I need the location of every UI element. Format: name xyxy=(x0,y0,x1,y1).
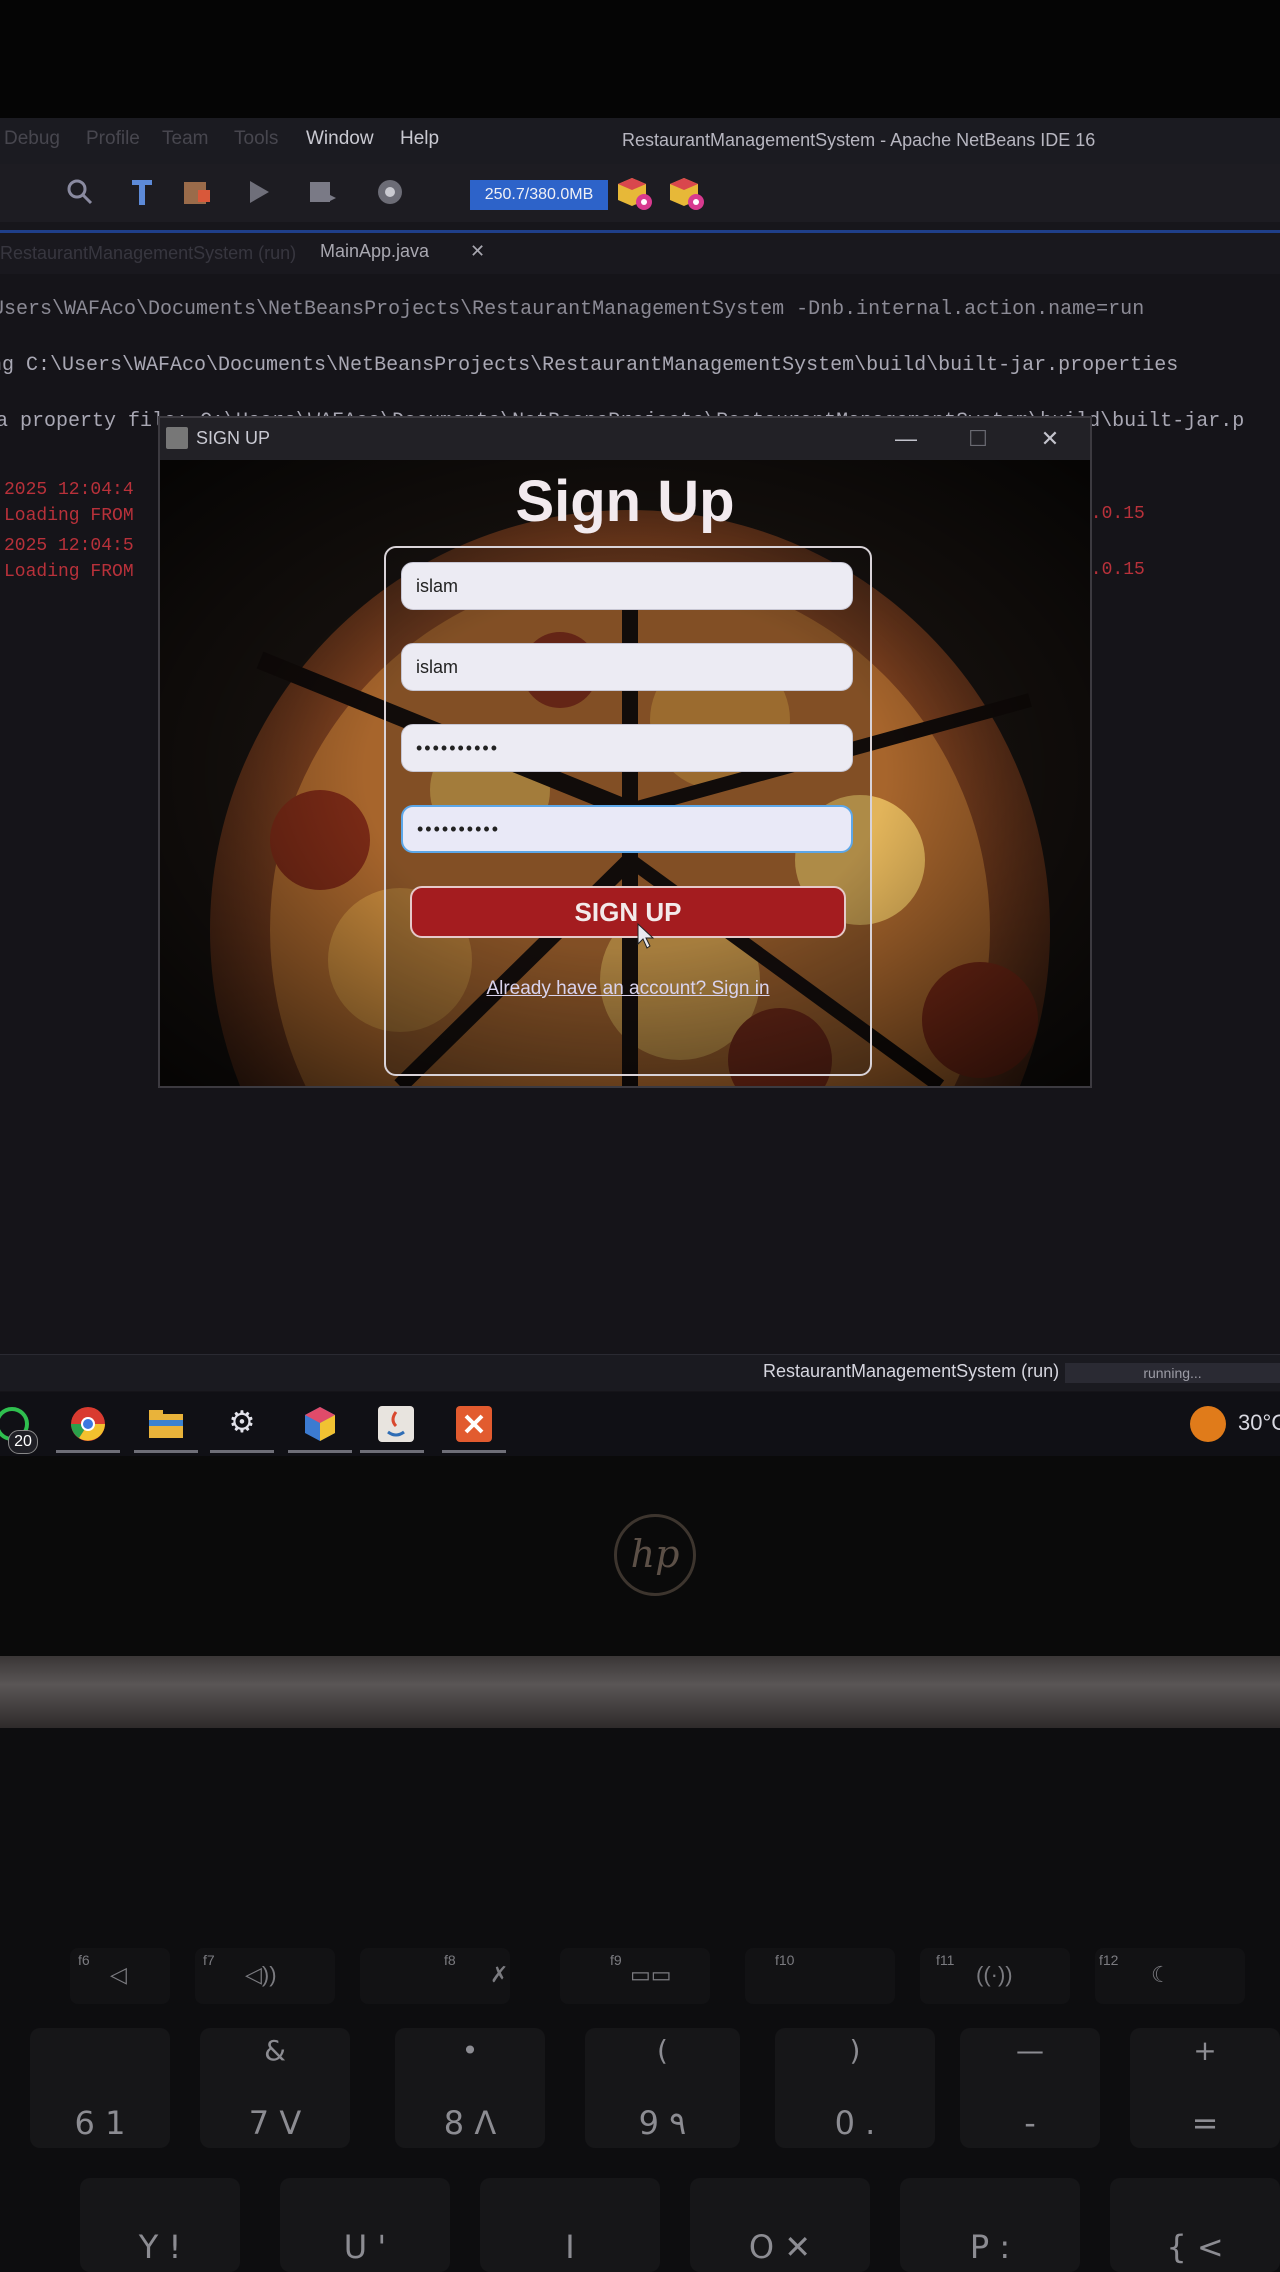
confirm-password-field[interactable] xyxy=(401,805,853,853)
menu-tools[interactable]: Tools xyxy=(234,128,278,150)
windows-taskbar: 20 ⚙ 30°C xyxy=(0,1392,1280,1456)
minimize-button[interactable]: — xyxy=(886,422,926,456)
console-line: \Users\WAFAco\Documents\NetBeansProjects… xyxy=(0,298,1145,321)
ide-tabs: RestaurantManagementSystem (run) MainApp… xyxy=(0,230,1280,277)
key-u[interactable]: U ' xyxy=(280,2178,450,2272)
key-f10[interactable]: f10 xyxy=(745,1948,895,2004)
file-explorer-icon[interactable] xyxy=(146,1404,186,1442)
tab-close-icon[interactable]: ✕ xyxy=(470,241,485,262)
first-name-field[interactable] xyxy=(401,562,853,610)
ide-statusbar: RestaurantManagementSystem (run) running… xyxy=(0,1354,1280,1391)
build-icon[interactable] xyxy=(180,176,212,208)
key-f6[interactable]: f6 ◁ xyxy=(70,1948,170,2004)
weather-icon[interactable] xyxy=(1190,1406,1226,1442)
mouse-cursor-icon xyxy=(637,922,655,949)
key-p[interactable]: P : xyxy=(900,2178,1080,2272)
profile-icon[interactable] xyxy=(374,176,406,208)
ide-toolbar xyxy=(0,164,1280,222)
whatsapp-icon[interactable]: 20 xyxy=(0,1404,38,1454)
menu-profile[interactable]: Profile xyxy=(86,128,140,150)
key-0[interactable]: ) 0 . xyxy=(775,2028,935,2148)
laptop-screen: Debug Profile Team Tools Window Help Res… xyxy=(0,118,1280,1456)
debug-icon[interactable] xyxy=(306,176,338,208)
whatsapp-badge: 20 xyxy=(8,1430,38,1454)
key-f12[interactable]: f12 ☾ xyxy=(1095,1948,1245,2004)
profiler-icon[interactable] xyxy=(668,176,704,210)
key-equals[interactable]: + = xyxy=(1130,2028,1280,2148)
laptop-hinge xyxy=(0,1656,1280,1728)
chrome-icon[interactable] xyxy=(68,1404,108,1442)
taskbar-active-indicator xyxy=(210,1450,274,1453)
key-f8[interactable]: f8 ✗ xyxy=(360,1948,510,2004)
key-bracket[interactable]: { < xyxy=(1110,2178,1280,2272)
close-button[interactable]: ✕ xyxy=(1030,422,1070,456)
maximize-button[interactable]: ☐ xyxy=(958,422,998,456)
status-progress-bar: running... xyxy=(1065,1363,1280,1383)
key-8[interactable]: • 8 Λ xyxy=(395,2028,545,2148)
taskbar-active-indicator xyxy=(288,1450,352,1453)
menu-team[interactable]: Team xyxy=(162,128,208,150)
signup-button[interactable]: SIGN UP xyxy=(410,886,846,938)
xampp-icon[interactable] xyxy=(454,1404,494,1442)
taskbar-active-indicator xyxy=(134,1450,198,1453)
memory-indicator[interactable]: 250.7/380.0MB xyxy=(470,180,608,210)
tab-mainapp-java[interactable]: MainApp.java xyxy=(320,241,429,262)
console-line: ng C:\Users\WAFAco\Documents\NetBeansPro… xyxy=(0,354,1179,377)
netbeans-icon[interactable] xyxy=(300,1404,340,1442)
key-i[interactable]: I xyxy=(480,2178,660,2272)
ide-menubar: Debug Profile Team Tools Window Help Res… xyxy=(0,118,1280,164)
tab-output-run[interactable]: RestaurantManagementSystem (run) xyxy=(0,243,296,264)
settings-icon[interactable]: ⚙ xyxy=(222,1404,262,1442)
key-9[interactable]: (9 ٩ xyxy=(585,2028,740,2148)
hp-logo: hp xyxy=(614,1514,696,1596)
last-name-field[interactable] xyxy=(401,643,853,691)
key-6[interactable]: 6 1 xyxy=(30,2028,170,2148)
page-title: Sign Up xyxy=(515,469,735,534)
menu-debug[interactable]: Debug xyxy=(4,128,60,150)
console-error-line: Loading FROM xyxy=(4,506,134,526)
taskbar-active-indicator xyxy=(442,1450,506,1453)
key-y[interactable]: Y ! xyxy=(80,2178,240,2272)
key-f11[interactable]: f11 ((·)) xyxy=(920,1948,1070,2004)
taskbar-active-indicator xyxy=(360,1450,424,1453)
ide-window-title: RestaurantManagementSystem - Apache NetB… xyxy=(622,130,1096,150)
window-title: SIGN UP xyxy=(196,428,271,448)
run-icon[interactable] xyxy=(242,176,274,208)
key-f9[interactable]: f9 ▭▭ xyxy=(560,1948,710,2004)
app-icon xyxy=(166,427,188,449)
console-error-line: Loading FROM xyxy=(4,562,134,582)
key-f7[interactable]: f7 ◁)) xyxy=(195,1948,335,2004)
search-icon[interactable] xyxy=(64,176,96,208)
signin-link[interactable]: Already have an account? Sign in xyxy=(386,978,870,1000)
taskbar-active-indicator xyxy=(56,1450,120,1453)
signup-form-panel: SIGN UP Already have an account? Sign in xyxy=(384,546,872,1076)
java-icon[interactable] xyxy=(376,1404,416,1442)
gc-icon[interactable] xyxy=(616,176,652,210)
signup-window: SIGN UP — ☐ ✕ Sign Up islam islam ••••••… xyxy=(158,416,1092,1088)
status-running-project[interactable]: RestaurantManagementSystem (run) xyxy=(763,1361,1059,1382)
keyboard-deck: f6 ◁ f7 ◁)) f8 ✗ f9 ▭▭ f10 f11 ((·)) f12 ☾ 6 1… xyxy=(0,1728,1280,2272)
password-field[interactable] xyxy=(401,724,853,772)
window-titlebar[interactable]: SIGN UP — ☐ ✕ xyxy=(160,418,1090,460)
console-error-line: 2025 12:04:4 xyxy=(4,480,134,500)
key-minus[interactable]: — - xyxy=(960,2028,1100,2148)
weather-temperature[interactable]: 30°C xyxy=(1238,1410,1280,1436)
menu-window[interactable]: Window xyxy=(306,128,374,150)
console-error-line: 2025 12:04:5 xyxy=(4,536,134,556)
key-7[interactable]: & 7 V xyxy=(200,2028,350,2148)
clean-build-icon[interactable] xyxy=(126,176,158,208)
key-o[interactable]: O ✕ xyxy=(690,2178,870,2272)
menu-help[interactable]: Help xyxy=(400,128,439,150)
